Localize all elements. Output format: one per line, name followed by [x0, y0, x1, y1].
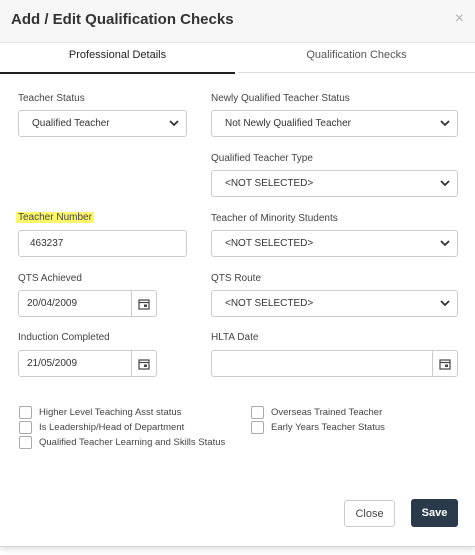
teacher-minority-value: <NOT SELECTED>: [225, 238, 314, 249]
teacher-minority-select[interactable]: <NOT SELECTED>: [211, 230, 458, 257]
close-button[interactable]: Close: [344, 500, 395, 527]
qts-achieved-label: QTS Achieved: [18, 273, 82, 284]
close-icon[interactable]: ×: [455, 10, 464, 28]
teacher-status-label: Teacher Status: [18, 93, 85, 104]
teacher-status-select[interactable]: Qualified Teacher: [18, 110, 187, 137]
tab-professional-details[interactable]: Professional Details: [0, 43, 235, 74]
chevron-down-icon: [440, 180, 450, 187]
hlta-date-label: HLTA Date: [211, 332, 259, 343]
chevron-down-icon: [440, 240, 450, 247]
save-button[interactable]: Save: [411, 499, 458, 527]
early-years-label: Early Years Teacher Status: [271, 422, 385, 433]
teacher-minority-label: Teacher of Minority Students: [211, 213, 338, 224]
qts-achieved-value: 20/04/2009: [27, 298, 78, 309]
hlta-status-label: Higher Level Teaching Asst status: [39, 407, 182, 418]
calendar-icon: [138, 358, 150, 370]
nqt-status-select[interactable]: Not Newly Qualified Teacher: [211, 110, 458, 137]
induction-completed-input[interactable]: 21/05/2009: [18, 350, 157, 377]
calendar-button[interactable]: [131, 291, 156, 316]
teacher-number-label: Teacher Number: [16, 212, 94, 223]
qts-route-select[interactable]: <NOT SELECTED>: [211, 290, 458, 317]
checkbox-box[interactable]: [19, 436, 32, 449]
qualification-checks-dialog: Add / Edit Qualification Checks × Profes…: [0, 0, 475, 547]
qts-route-label: QTS Route: [211, 273, 262, 284]
calendar-icon: [439, 358, 451, 370]
qualified-teacher-type-value: <NOT SELECTED>: [225, 178, 314, 189]
qts-route-value: <NOT SELECTED>: [225, 298, 314, 309]
hlta-status-checkbox[interactable]: Higher Level Teaching Asst status: [19, 406, 181, 419]
leadership-checkbox[interactable]: Is Leadership/Head of Department: [19, 421, 184, 434]
teacher-status-value: Qualified Teacher: [32, 118, 110, 129]
chevron-down-icon: [169, 120, 179, 127]
qualified-teacher-type-label: Qualified Teacher Type: [211, 153, 313, 164]
calendar-icon: [138, 298, 150, 310]
tab-bar: Professional Details Qualification Check…: [0, 43, 475, 74]
early-years-checkbox[interactable]: Early Years Teacher Status: [251, 421, 385, 434]
chevron-down-icon: [440, 120, 450, 127]
qts-achieved-input[interactable]: 20/04/2009: [18, 290, 157, 317]
hlta-date-input[interactable]: [211, 350, 458, 377]
tab-qualification-checks[interactable]: Qualification Checks: [238, 43, 475, 73]
calendar-button[interactable]: [131, 351, 156, 376]
induction-completed-value: 21/05/2009: [27, 358, 78, 369]
checkbox-box[interactable]: [251, 406, 264, 419]
checkbox-box[interactable]: [251, 421, 264, 434]
qtls-status-checkbox[interactable]: Qualified Teacher Learning and Skills St…: [19, 436, 225, 449]
induction-completed-label: Induction Completed: [18, 332, 110, 343]
teacher-number-input[interactable]: 463237: [18, 230, 187, 257]
checkbox-box[interactable]: [19, 406, 32, 419]
chevron-down-icon: [440, 300, 450, 307]
overseas-label: Overseas Trained Teacher: [271, 407, 383, 418]
qualified-teacher-type-select[interactable]: <NOT SELECTED>: [211, 170, 458, 197]
nqt-status-label: Newly Qualified Teacher Status: [211, 93, 350, 104]
leadership-label: Is Leadership/Head of Department: [39, 422, 185, 433]
qtls-status-label: Qualified Teacher Learning and Skills St…: [39, 437, 226, 448]
dialog-title: Add / Edit Qualification Checks: [11, 11, 234, 28]
dialog-header: Add / Edit Qualification Checks ×: [0, 0, 475, 43]
overseas-checkbox[interactable]: Overseas Trained Teacher: [251, 406, 382, 419]
checkbox-box[interactable]: [19, 421, 32, 434]
calendar-button[interactable]: [432, 351, 457, 376]
teacher-number-value: 463237: [30, 238, 64, 249]
nqt-status-value: Not Newly Qualified Teacher: [225, 118, 351, 129]
